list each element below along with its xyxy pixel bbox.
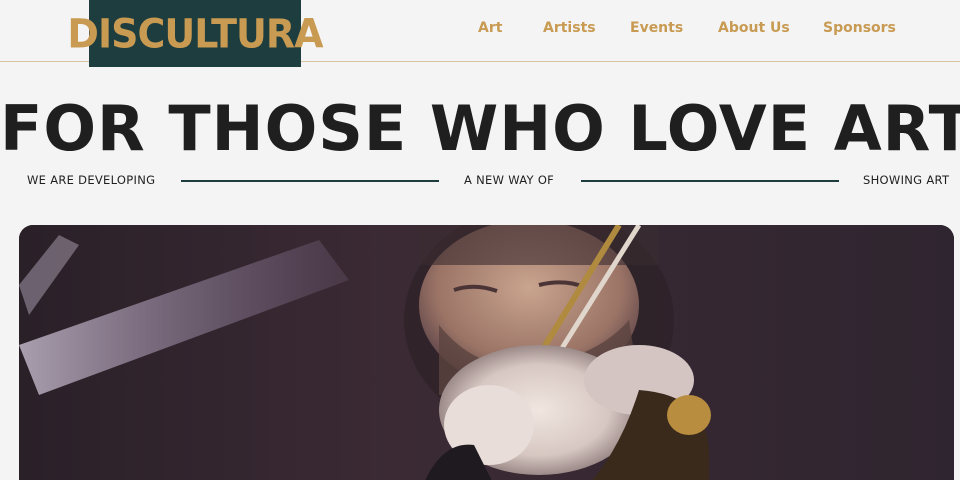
nav-link-artists[interactable]: Artists: [543, 20, 596, 36]
hero-tagline: WE ARE DEVELOPING A NEW WAY OF SHOWING A…: [27, 172, 949, 190]
violinist-image: [19, 225, 954, 480]
nav-link-art[interactable]: Art: [478, 20, 502, 36]
nav-link-about-us[interactable]: About Us: [718, 20, 790, 36]
tagline-part-1: WE ARE DEVELOPING: [27, 173, 156, 187]
site-header: DISCULTURA Art Artists Events About Us S…: [0, 0, 960, 67]
tagline-divider-1: [181, 180, 439, 182]
nav-link-events[interactable]: Events: [630, 20, 683, 36]
tagline-divider-2: [581, 180, 839, 182]
tagline-part-3: SHOWING ART: [863, 173, 950, 187]
hero-title: FOR THOSE WHO LOVE ART: [0, 92, 960, 165]
hero-video[interactable]: [19, 225, 954, 480]
main-nav: Art Artists Events About Us Sponsors: [0, 20, 960, 40]
nav-link-sponsors[interactable]: Sponsors: [823, 20, 896, 36]
tagline-part-2: A NEW WAY OF: [464, 173, 555, 187]
